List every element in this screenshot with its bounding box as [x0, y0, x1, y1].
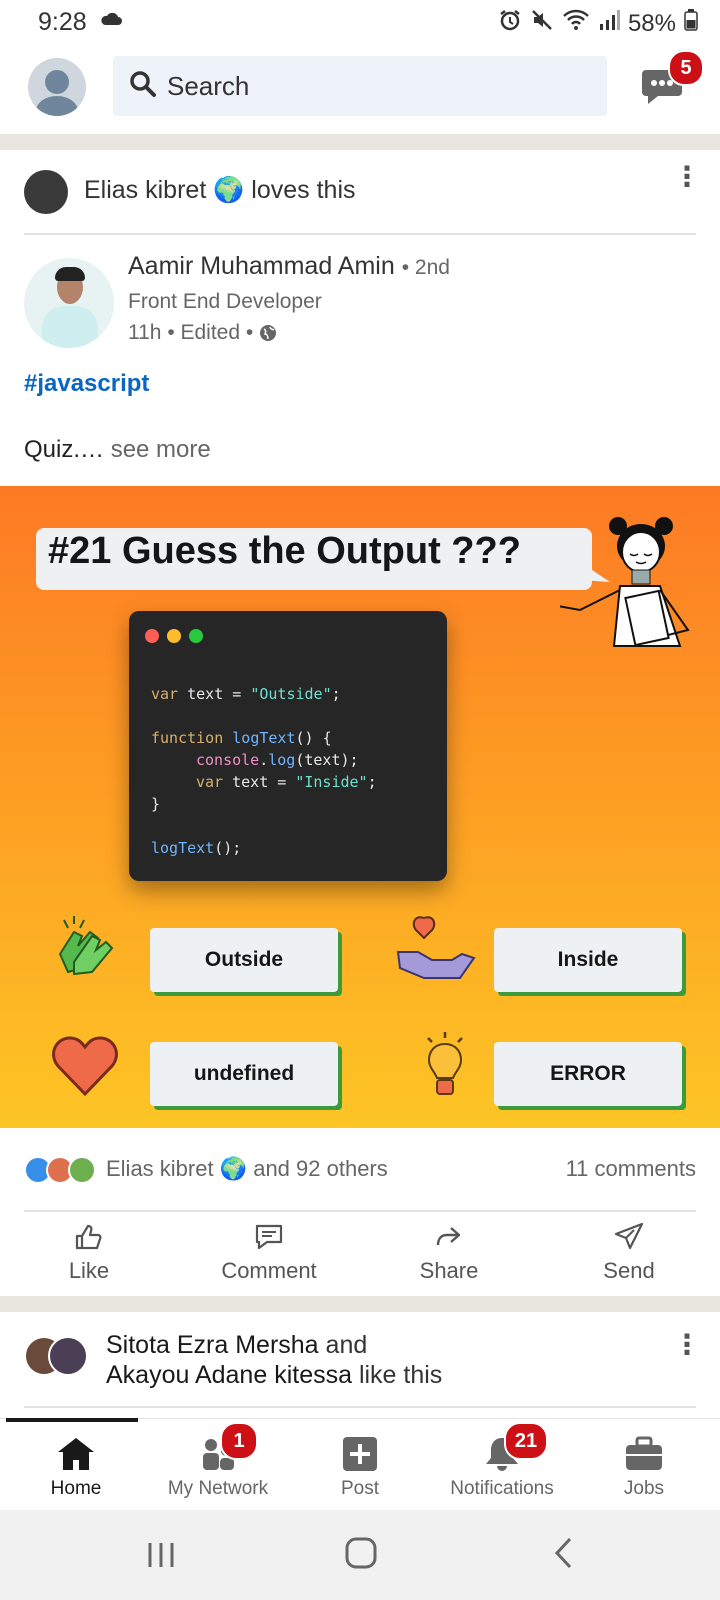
profile-avatar[interactable]: [28, 58, 86, 116]
messages-badge: 5: [668, 50, 704, 86]
share-button[interactable]: Share: [384, 1222, 514, 1284]
share-icon: [384, 1222, 514, 1256]
comment-label: Comment: [221, 1258, 317, 1283]
wifi-icon: [562, 9, 590, 38]
nav-my-network[interactable]: My Network: [146, 1436, 290, 1500]
reactions-count[interactable]: Elias kibret 🌍 and 92 others: [106, 1156, 388, 1182]
social-counts[interactable]: Elias kibret 🌍 and 92 others 11 comments: [24, 1154, 696, 1188]
home-system-button[interactable]: [344, 1536, 378, 1575]
network-icon: [146, 1436, 290, 1472]
author-headline: Front End Developer: [128, 290, 322, 313]
character-illustration: [560, 517, 690, 647]
search-placeholder: Search: [167, 70, 250, 101]
author-name[interactable]: Aamir Muhammad Amin: [128, 252, 395, 280]
code-line: var text = "Outside";: [151, 685, 341, 703]
nav-post[interactable]: Post: [288, 1436, 432, 1500]
bell-icon: [430, 1436, 574, 1472]
search-icon: [129, 70, 157, 103]
see-more-link[interactable]: see more: [111, 436, 211, 463]
next-post-social-context[interactable]: Sitota Ezra Mersha and Akayou Adane kite…: [106, 1330, 442, 1390]
code-line: logText();: [151, 839, 242, 857]
like-button[interactable]: Like: [24, 1222, 154, 1284]
heart-in-hand-icon: [396, 916, 476, 979]
search-input[interactable]: Search: [113, 56, 607, 116]
back-button[interactable]: [552, 1536, 576, 1575]
quiz-option-outside: Outside: [150, 928, 338, 992]
social-context-text[interactable]: Elias kibret 🌍 loves this: [84, 176, 356, 205]
home-system-icon: [345, 1537, 377, 1569]
social-context-avatar[interactable]: [24, 170, 68, 214]
like-label: Like: [68, 1258, 110, 1283]
nav-jobs[interactable]: Jobs: [572, 1436, 716, 1500]
comments-count[interactable]: 11 comments: [566, 1156, 696, 1182]
reaction-icons: [24, 1156, 100, 1186]
avatar: [48, 1336, 88, 1376]
active-tab-indicator: [6, 1418, 138, 1422]
feed-divider: [0, 134, 720, 150]
status-bar: 9:28 58%: [0, 0, 720, 44]
image-heading: #21 Guess the Output ???: [48, 530, 521, 572]
separator: [24, 233, 696, 235]
quiz-option-undefined: undefined: [150, 1042, 338, 1106]
quiz-option-inside: Inside: [494, 928, 682, 992]
clapping-hands-icon: [58, 916, 114, 976]
code-window: var text = "Outside"; function logText()…: [129, 611, 447, 881]
recent-apps-button[interactable]: [146, 1540, 176, 1575]
feed-divider: [0, 1296, 720, 1312]
nav-notifications[interactable]: Notifications: [430, 1436, 574, 1500]
separator: [24, 1210, 696, 1212]
status-time: 9:28: [38, 8, 87, 36]
next-post-menu-button[interactable]: ⋮: [673, 1331, 701, 1359]
quiz-option-error: ERROR: [494, 1042, 682, 1106]
briefcase-icon: [572, 1436, 716, 1472]
comment-button[interactable]: Comment: [204, 1222, 334, 1284]
cloud-icon: [100, 12, 122, 31]
network-badge: 1: [220, 1422, 258, 1460]
send-icon: [564, 1222, 694, 1256]
separator: [24, 1406, 696, 1408]
recent-apps-icon: [148, 1543, 174, 1567]
system-navigation-bar: [0, 1510, 720, 1600]
code-line: function logText() {: [151, 729, 332, 747]
like-icon: [24, 1222, 154, 1256]
code-line: console.log(text);: [196, 751, 359, 769]
post-meta: 11h • Edited •: [128, 321, 254, 344]
home-icon: [4, 1436, 148, 1472]
signal-icon: [598, 9, 620, 38]
notifications-badge: 21: [504, 1422, 548, 1460]
post-icon: [288, 1436, 432, 1472]
share-label: Share: [419, 1258, 479, 1283]
post-image[interactable]: #21 Guess the Output ??? var text = "Out…: [0, 486, 720, 1128]
hashtag-link[interactable]: #javascript: [24, 370, 149, 398]
celebrate-reaction-icon: [68, 1156, 96, 1184]
lightbulb-icon: [427, 1032, 463, 1095]
code-line: var text = "Inside";: [196, 773, 377, 791]
connection-degree: • 2nd: [401, 256, 450, 279]
send-button[interactable]: Send: [564, 1222, 694, 1284]
nav-notifications-label: Notifications: [450, 1478, 554, 1499]
alarm-icon: [498, 8, 522, 39]
nav-my-network-label: My Network: [167, 1478, 269, 1499]
mute-icon: [530, 8, 554, 39]
back-icon: [554, 1537, 572, 1569]
nav-jobs-label: Jobs: [623, 1478, 665, 1499]
send-label: Send: [603, 1258, 655, 1283]
nav-post-label: Post: [340, 1478, 380, 1499]
post-text: Quiz.…: [24, 436, 105, 463]
post-menu-button[interactable]: ⋮: [673, 163, 701, 191]
battery-percent: 58%: [627, 9, 676, 37]
next-post-avatars[interactable]: [24, 1336, 92, 1380]
heart-icon: [52, 1036, 118, 1097]
battery-icon: [684, 9, 698, 38]
code-line: }: [151, 795, 161, 813]
author-avatar[interactable]: [24, 258, 114, 348]
globe-icon: [259, 321, 277, 344]
nav-home-label: Home: [50, 1478, 102, 1499]
nav-home[interactable]: Home: [4, 1436, 148, 1500]
comment-icon: [204, 1222, 334, 1256]
